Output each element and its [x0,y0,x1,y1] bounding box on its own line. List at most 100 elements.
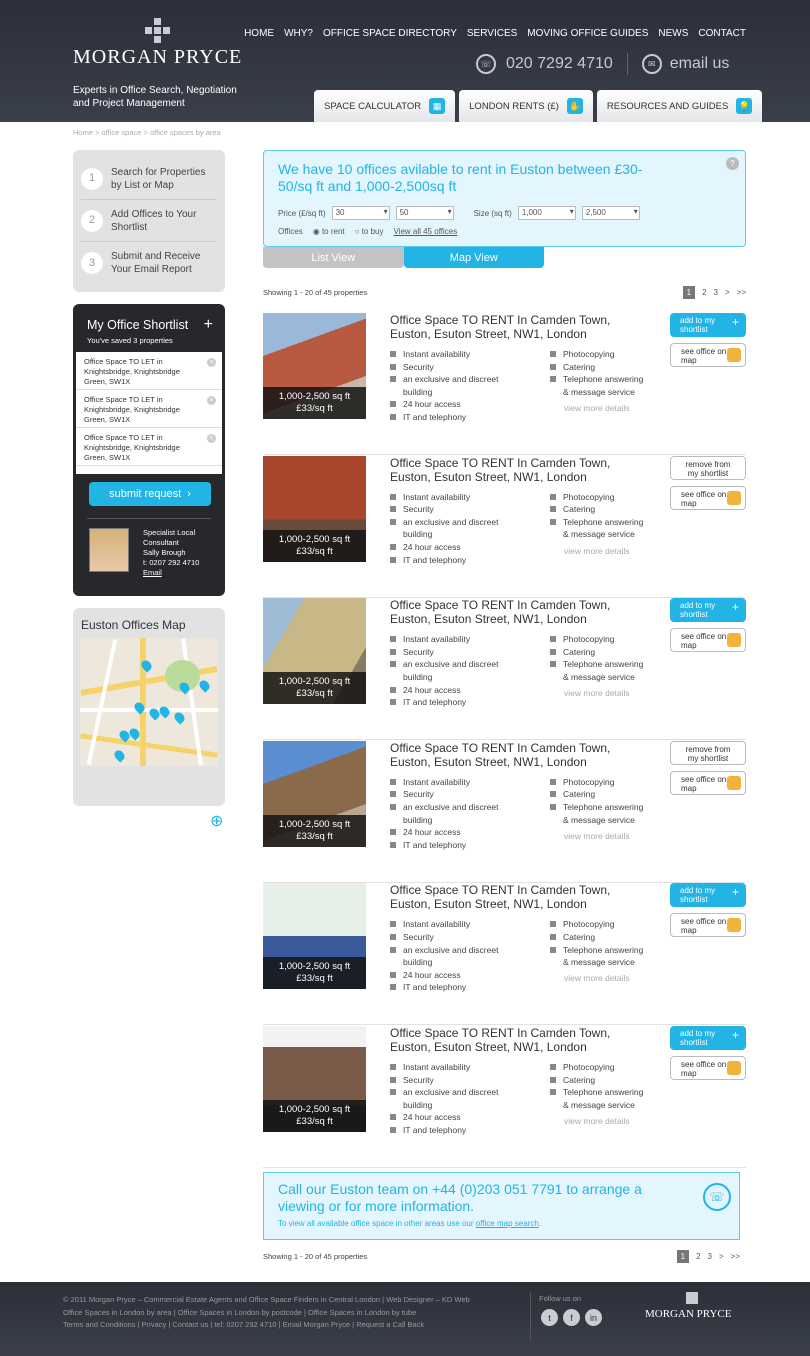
next-page[interactable]: > [719,1252,724,1261]
features-left: Instant availability Security an exclusive… [390,491,498,567]
listing-card[interactable]: 1,000-2,500 sq ft £33/sq ft Office Space … [263,1026,746,1168]
listing-title[interactable]: Office Space TO RENT In Camden Town, Eus… [390,598,650,626]
listing-card[interactable]: 1,000-2,500 sq ft £33/sq ft Office Space … [263,883,746,1026]
feature-item: Instant availability [390,1061,498,1074]
zoom-in-icon[interactable]: ⊕ [210,811,223,831]
shortlist-item[interactable]: Office Space TO LET in Knightsbridge, Kn… [76,390,222,428]
nav-directory[interactable]: OFFICE SPACE DIRECTORY [323,28,457,39]
feature-item: & message service [563,814,635,825]
map-pin-icon[interactable] [112,748,127,763]
see-on-map-button[interactable]: see office on map [670,913,746,938]
listing-title[interactable]: Office Space TO RENT In Camden Town, Eus… [390,883,650,911]
specialist-email-link[interactable]: Email [143,568,162,577]
nav-news[interactable]: NEWS [658,28,688,39]
page-2[interactable]: 2 [702,288,706,297]
view-all-link[interactable]: View all 45 offices [394,227,458,236]
tab-london-rents[interactable]: LONDON RENTS (£) ✋ [459,90,593,122]
page-2[interactable]: 2 [696,1252,700,1261]
see-on-map-button[interactable]: see office on map [670,1056,746,1080]
nav-services[interactable]: SERVICES [467,28,517,39]
listing-card[interactable]: 1,000-2,500 sq ft £33/sq ft Office Space … [263,598,746,741]
close-icon[interactable]: × [207,396,216,405]
close-icon[interactable]: × [207,434,216,443]
close-icon[interactable]: × [207,358,216,367]
next-page[interactable]: > [725,288,730,297]
remove-from-shortlist-button[interactable]: remove from my shortlist [670,740,746,765]
to-rent-radio[interactable]: ◉ to rent [313,227,345,236]
nav-why[interactable]: WHY? [284,28,313,39]
page-3[interactable]: 3 [708,1252,712,1261]
list-view-tab[interactable]: List View [263,247,404,268]
feature-item: & message service [563,957,635,968]
feature-item: an exclusive and discreet [390,944,498,957]
submit-request-button[interactable]: submit request › [89,482,211,506]
feature-item: 24 hour access [390,969,498,982]
shortlist-item-label: Office Space TO LET in Knightsbridge, Kn… [84,395,180,424]
tab-space-calculator[interactable]: SPACE CALCULATOR ▦ [314,90,456,122]
breadcrumb[interactable]: Home > office space > office spaces by a… [73,128,221,137]
view-more-link[interactable]: view more details [564,688,630,698]
shortlist-item[interactable]: Office Space TO LET in Knightsbridge, Kn… [76,352,222,390]
listing-title[interactable]: Office Space TO RENT In Camden Town, Eus… [390,313,650,341]
map-thumbnail[interactable] [80,638,218,766]
listing-card[interactable]: 1,000-2,500 sq ft £33/sq ft Office Space … [263,313,746,455]
map-view-tab[interactable]: Map View [403,247,544,268]
price-max-select[interactable]: 50 [395,206,454,220]
feature-item: Security [390,503,498,516]
step-3: 3 Submit and Receive Your Email Report [81,242,217,284]
listing-title[interactable]: Office Space TO RENT In Camden Town, Eus… [390,741,650,769]
plus-icon[interactable]: + [204,316,213,334]
listing-summary: 1,000-2,500 sq ft £33/sq ft [263,814,366,847]
price-min-select[interactable]: 30 [331,206,390,220]
size-min-select[interactable]: 1,000 [517,206,576,220]
see-on-map-button[interactable]: see office on map [670,343,746,367]
footer-logo[interactable]: MORGAN PRYCE [645,1308,732,1320]
phone-icon: ☏ [703,1183,731,1211]
facebook-icon[interactable]: f [563,1309,580,1326]
view-more-link[interactable]: view more details [564,546,630,556]
see-on-map-button[interactable]: see office on map [670,485,746,510]
footer-line[interactable]: Office Spaces in London by area | Office… [63,1307,523,1320]
page-1[interactable]: 1 [676,1250,690,1263]
listing-card[interactable]: 1,000-2,500 sq ft £33/sq ft Office Space … [263,455,746,598]
page-1[interactable]: 1 [682,286,696,299]
listing-card[interactable]: 1,000-2,500 sq ft £33/sq ft Office Space … [263,740,746,883]
nav-guides[interactable]: MOVING OFFICE GUIDES [527,28,648,39]
twitter-icon[interactable]: t [541,1309,558,1326]
map-pin-icon[interactable] [157,704,172,719]
size-max-select[interactable]: 2,500 [581,206,640,220]
view-more-link[interactable]: view more details [564,1116,630,1126]
offices-label: Offices [278,227,303,236]
email-link[interactable]: ✉ email us [641,54,729,74]
office-map-link[interactable]: office map search [476,1219,539,1228]
listing-size: 1,000-2,500 sq ft [278,818,351,830]
remove-from-shortlist-button[interactable]: remove from my shortlist [670,455,746,480]
page-3[interactable]: 3 [714,288,718,297]
nav-home[interactable]: HOME [244,28,274,39]
linkedin-icon[interactable]: in [585,1309,602,1326]
footer-line[interactable]: © 2011 Morgan Pryce – Commercial Estate … [63,1294,523,1307]
see-on-map-button[interactable]: see office on map [670,770,746,795]
view-more-link[interactable]: view more details [564,973,630,983]
shortlist-count: You've saved 3 properties [87,336,173,345]
map-pin-icon[interactable] [172,710,187,725]
map-pin-icon[interactable] [197,678,212,693]
help-icon[interactable]: ? [726,157,739,170]
listing-title[interactable]: Office Space TO RENT In Camden Town, Eus… [390,1026,650,1054]
last-page[interactable]: >> [737,288,746,297]
view-more-link[interactable]: view more details [564,831,630,841]
add-to-shortlist-button[interactable]: add to my shortlist [670,598,746,623]
nav-contact[interactable]: CONTACT [698,28,746,39]
tab-resources[interactable]: RESOURCES AND GUIDES 💡 [596,90,763,122]
add-to-shortlist-button[interactable]: add to my shortlist [670,883,746,908]
see-on-map-button[interactable]: see office on map [670,628,746,653]
to-buy-radio[interactable]: ○ to buy [355,227,384,236]
add-to-shortlist-button[interactable]: add to my shortlist [670,313,746,337]
listing-title[interactable]: Office Space TO RENT In Camden Town, Eus… [390,456,650,484]
view-more-link[interactable]: view more details [564,403,630,413]
add-to-shortlist-button[interactable]: add to my shortlist [670,1026,746,1050]
last-page[interactable]: >> [731,1252,740,1261]
footer-line[interactable]: Terms and Conditions | Privacy | Contact… [63,1319,523,1332]
shortlist-item[interactable]: Office Space TO LET in Knightsbridge, Kn… [76,428,222,466]
logo[interactable]: MORGAN PRYCE [73,46,242,69]
